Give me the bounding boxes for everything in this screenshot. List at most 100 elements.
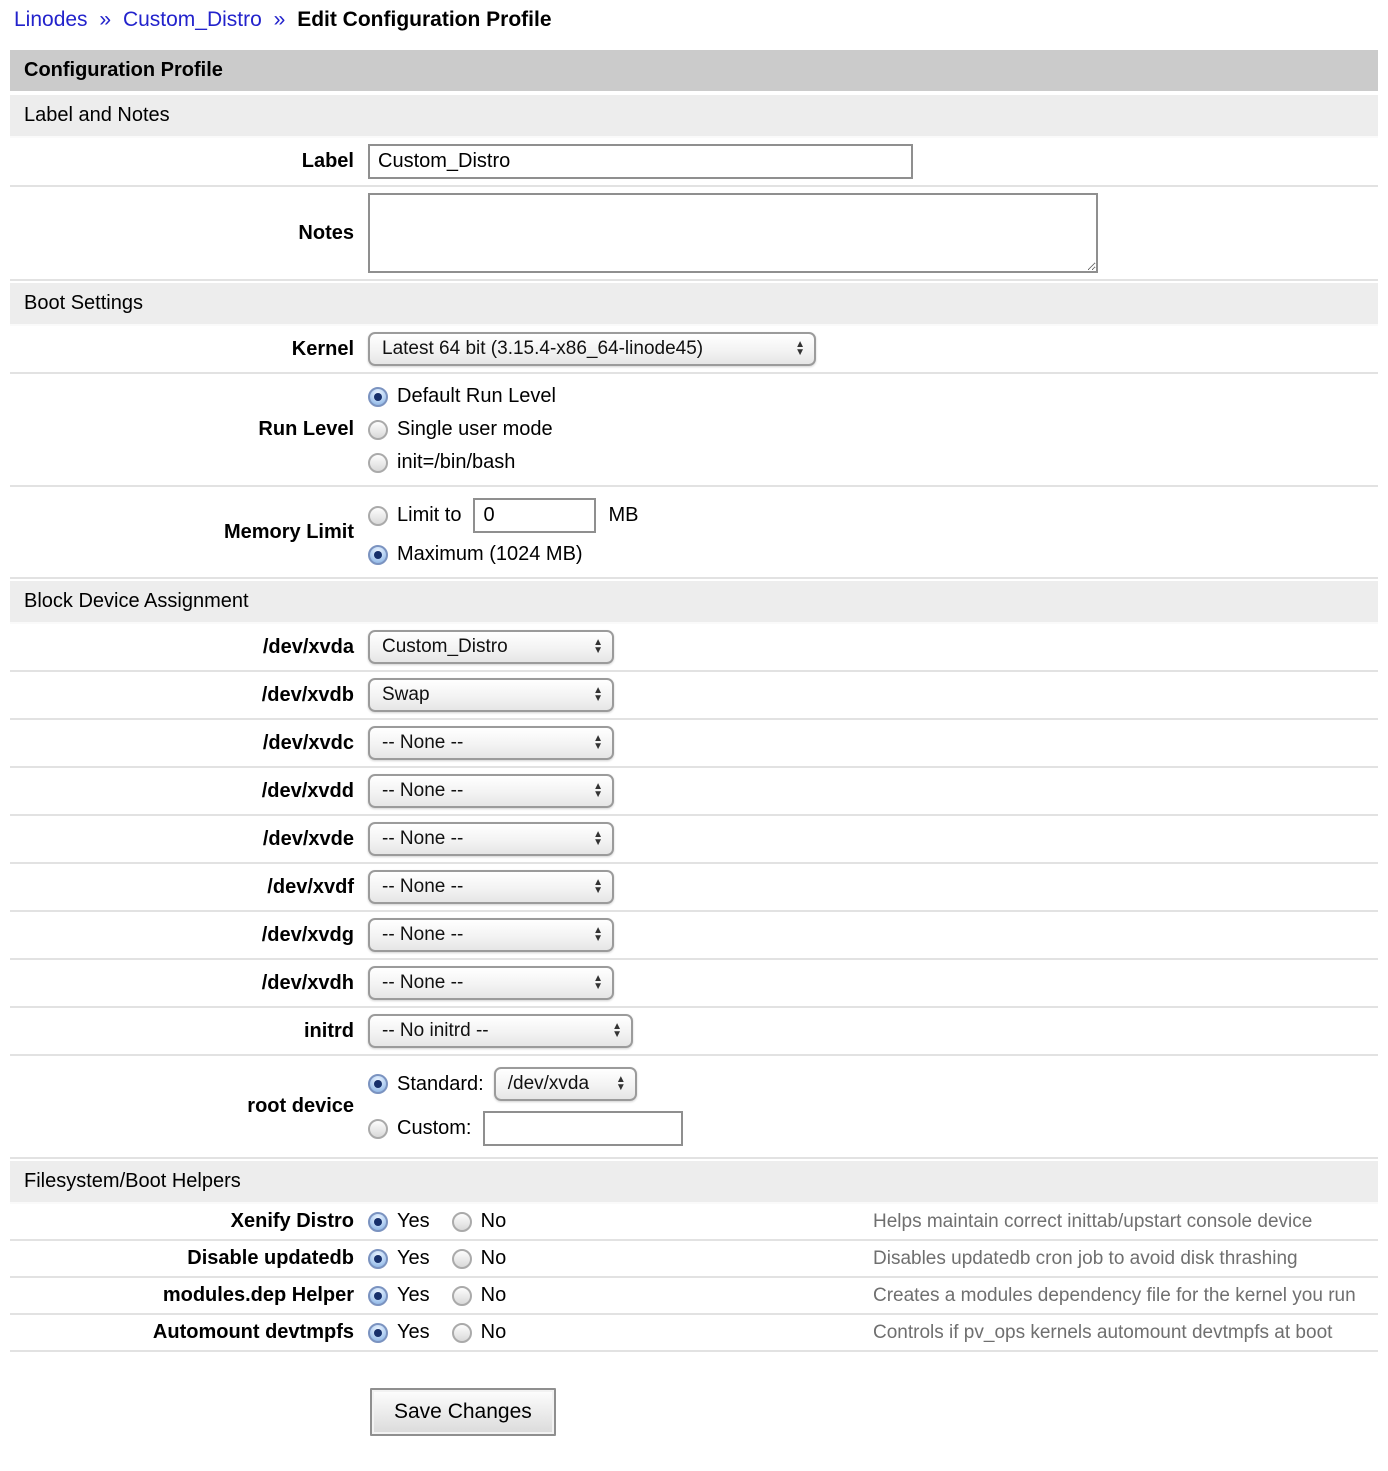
memory-limit-row: Memory Limit Limit to MB Maximum (1024 M… [10,487,1378,579]
select-dev-xvdc[interactable]: -- None -- ▲▼ [368,726,614,760]
radio-single-user-mode[interactable] [368,420,388,440]
select-dev-xvdg-value: -- None -- [382,924,463,946]
label-field-label: Label [10,150,368,173]
select-arrows-icon: ▲▼ [593,687,603,703]
radio-disable-updatedb-no[interactable] [452,1249,472,1269]
memory-limit-option: Limit to MB [368,498,638,533]
radio-memory-limit-to[interactable] [368,506,388,526]
select-dev-xvdh[interactable]: -- None -- ▲▼ [368,966,614,1000]
block-device-row-xvdg: /dev/xvdg -- None -- ▲▼ [10,912,1378,960]
disable-updatedb-label: Disable updatedb [10,1247,368,1270]
dev-xvde-label: /dev/xvde [10,828,368,851]
select-dev-xvdb-value: Swap [382,684,430,706]
table-title: Configuration Profile [10,50,1378,93]
select-dev-xvdd[interactable]: -- None -- ▲▼ [368,774,614,808]
run-level-row: Run Level Default Run Level Single user … [10,374,1378,487]
select-arrows-icon: ▲▼ [616,1076,626,1092]
select-arrows-icon: ▲▼ [593,927,603,943]
select-dev-xvdf[interactable]: -- None -- ▲▼ [368,870,614,904]
radio-automount-devtmpfs-no[interactable] [452,1323,472,1343]
select-arrows-icon: ▲▼ [593,735,603,751]
notes-field-label: Notes [10,222,368,245]
memory-maximum-option: Maximum (1024 MB) [368,543,583,566]
notes-textarea[interactable] [368,193,1098,273]
kernel-select[interactable]: Latest 64 bit (3.15.4-x86_64-linode45) ▲… [368,332,816,366]
helper-row-xenify-distro: Xenify Distro Yes No Helps maintain corr… [10,1204,1378,1241]
memory-limit-field-label: Memory Limit [10,521,368,544]
save-button-row: Save Changes [10,1352,1378,1454]
automount-devtmpfs-no-label: No [481,1321,507,1344]
select-dev-xvda-value: Custom_Distro [382,636,508,658]
select-dev-xvdc-value: -- None -- [382,732,463,754]
run-level-option-default: Default Run Level [368,385,556,408]
select-arrows-icon: ▲▼ [593,783,603,799]
kernel-row: Kernel Latest 64 bit (3.15.4-x86_64-lino… [10,326,1378,374]
radio-default-run-level-label: Default Run Level [397,385,556,408]
radio-xenify-distro-yes[interactable] [368,1212,388,1232]
run-level-field-label: Run Level [10,418,368,441]
root-device-custom-option: Custom: [368,1111,683,1146]
select-arrows-icon: ▲▼ [593,975,603,991]
label-input[interactable] [368,144,913,179]
initrd-field-label: initrd [10,1020,368,1043]
kernel-field-label: Kernel [10,338,368,361]
block-device-row-xvde: /dev/xvde -- None -- ▲▼ [10,816,1378,864]
select-arrows-icon: ▲▼ [795,341,805,357]
root-standard-label: Standard: [397,1073,484,1096]
memory-maximum-label: Maximum (1024 MB) [397,543,583,566]
root-custom-label: Custom: [397,1117,471,1140]
block-device-row-xvdc: /dev/xvdc -- None -- ▲▼ [10,720,1378,768]
select-dev-xvdd-value: -- None -- [382,780,463,802]
automount-devtmpfs-help-text: Controls if pv_ops kernels automount dev… [873,1322,1378,1344]
xenify-distro-help-text: Helps maintain correct inittab/upstart c… [873,1211,1378,1233]
breadcrumb-link-linodes[interactable]: Linodes [14,8,88,31]
memory-limit-unit: MB [608,504,638,527]
radio-single-user-mode-label: Single user mode [397,418,553,441]
configuration-profile-table: Configuration Profile Label and Notes La… [10,50,1378,1454]
radio-modules-dep-no[interactable] [452,1286,472,1306]
root-device-standard-option: Standard: /dev/xvda ▲▼ [368,1067,637,1101]
save-changes-button[interactable]: Save Changes [370,1388,556,1436]
radio-modules-dep-yes[interactable] [368,1286,388,1306]
select-arrows-icon: ▲▼ [593,831,603,847]
breadcrumb-separator: » [99,8,111,31]
radio-disable-updatedb-yes[interactable] [368,1249,388,1269]
memory-limit-input[interactable] [473,498,596,533]
run-level-option-single-user: Single user mode [368,418,553,441]
initrd-row: initrd -- No initrd -- ▲▼ [10,1008,1378,1056]
radio-xenify-distro-no[interactable] [452,1212,472,1232]
select-dev-xvdb[interactable]: Swap ▲▼ [368,678,614,712]
select-dev-xvdg[interactable]: -- None -- ▲▼ [368,918,614,952]
select-dev-xvda[interactable]: Custom_Distro ▲▼ [368,630,614,664]
modules-dep-yes-label: Yes [397,1284,430,1307]
dev-xvdb-label: /dev/xvdb [10,684,368,707]
select-initrd[interactable]: -- No initrd -- ▲▼ [368,1014,633,1048]
select-dev-xvdh-value: -- None -- [382,972,463,994]
radio-root-custom[interactable] [368,1119,388,1139]
modules-dep-help-text: Creates a modules dependency file for th… [873,1285,1378,1307]
block-device-row-xvdh: /dev/xvdh -- None -- ▲▼ [10,960,1378,1008]
disable-updatedb-no-label: No [481,1247,507,1270]
select-dev-xvde[interactable]: -- None -- ▲▼ [368,822,614,856]
block-device-row-xvdd: /dev/xvdd -- None -- ▲▼ [10,768,1378,816]
select-dev-xvde-value: -- None -- [382,828,463,850]
root-device-row: root device Standard: /dev/xvda ▲▼ Custo… [10,1056,1378,1159]
block-device-row-xvda: /dev/xvda Custom_Distro ▲▼ [10,624,1378,672]
xenify-distro-yes-label: Yes [397,1210,430,1233]
breadcrumb: Linodes » Custom_Distro » Edit Configura… [0,0,1388,46]
dev-xvdc-label: /dev/xvdc [10,732,368,755]
notes-row: Notes [10,187,1378,281]
xenify-distro-no-label: No [481,1210,507,1233]
select-initrd-value: -- No initrd -- [382,1020,489,1042]
select-root-standard-value: /dev/xvda [508,1073,589,1095]
select-root-standard[interactable]: /dev/xvda ▲▼ [494,1067,637,1101]
radio-default-run-level[interactable] [368,387,388,407]
select-arrows-icon: ▲▼ [593,639,603,655]
radio-root-standard[interactable] [368,1074,388,1094]
root-custom-input[interactable] [483,1111,683,1146]
automount-devtmpfs-label: Automount devtmpfs [10,1321,368,1344]
radio-init-bin-bash[interactable] [368,453,388,473]
breadcrumb-link-custom-distro[interactable]: Custom_Distro [123,8,262,31]
radio-automount-devtmpfs-yes[interactable] [368,1323,388,1343]
radio-memory-maximum[interactable] [368,545,388,565]
